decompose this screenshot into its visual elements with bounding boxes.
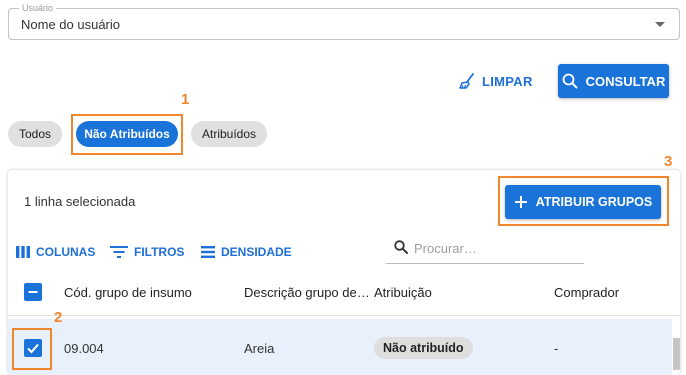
table-search-icon	[394, 240, 408, 259]
broom-icon	[459, 73, 474, 89]
annotation-number-3: 3	[664, 153, 673, 170]
density-button-label: DENSIDADE	[221, 245, 292, 259]
table-row[interactable]: 09.004 Areia Não atribuído -	[8, 319, 672, 375]
select-all-checkbox[interactable]	[24, 283, 42, 301]
filters-button[interactable]: FILTROS	[110, 244, 184, 260]
annotation-box-1	[71, 114, 183, 155]
chip-assigned-label: Atribuídos	[201, 127, 257, 141]
table-search-input[interactable]	[414, 237, 579, 259]
selected-count: 1 linha selecionada	[24, 194, 136, 209]
filters-button-label: FILTROS	[134, 245, 185, 259]
cell-description: Areia	[244, 341, 275, 356]
dropdown-caret-icon[interactable]	[655, 22, 665, 27]
column-header-code[interactable]: Cód. grupo de insumo	[64, 285, 244, 300]
chip-all[interactable]: Todos	[8, 121, 62, 147]
cell-buyer: -	[554, 341, 559, 356]
vertical-scrollbar[interactable]	[673, 338, 680, 370]
user-select[interactable]: Usuário Nome do usuário	[8, 3, 680, 40]
minus-icon	[28, 291, 38, 293]
search-icon	[562, 73, 578, 89]
annotation-number-1: 1	[181, 91, 190, 108]
columns-button[interactable]: COLUNAS	[16, 244, 95, 260]
columns-icon	[16, 246, 30, 258]
filter-icon	[110, 246, 128, 258]
annotation-number-2: 2	[54, 309, 63, 326]
columns-button-label: COLUNAS	[36, 245, 96, 259]
column-header-description[interactable]: Descrição grupo de…	[244, 285, 374, 300]
annotation-box-3	[498, 176, 669, 226]
user-select-value: Nome do usuário	[21, 17, 120, 32]
density-icon	[201, 246, 215, 258]
column-header-assignment[interactable]: Atribuição	[374, 285, 544, 300]
status-badge: Não atribuído	[374, 337, 473, 359]
density-button[interactable]: DENSIDADE	[201, 244, 292, 260]
cell-code: 09.004	[64, 341, 104, 356]
table-header-row: Cód. grupo de insumo Descrição grupo de……	[8, 268, 680, 316]
chip-assigned[interactable]: Atribuídos	[191, 121, 267, 147]
user-select-label: Usuário	[19, 3, 57, 13]
table-search	[386, 234, 584, 264]
consult-button[interactable]: CONSULTAR	[558, 64, 669, 98]
consult-button-label: CONSULTAR	[585, 73, 666, 89]
column-header-buyer[interactable]: Comprador	[554, 285, 664, 300]
clear-button-label: LIMPAR	[482, 73, 533, 89]
clear-button[interactable]: LIMPAR	[458, 68, 533, 94]
chip-all-label: Todos	[18, 127, 52, 141]
annotation-box-2	[12, 328, 52, 370]
